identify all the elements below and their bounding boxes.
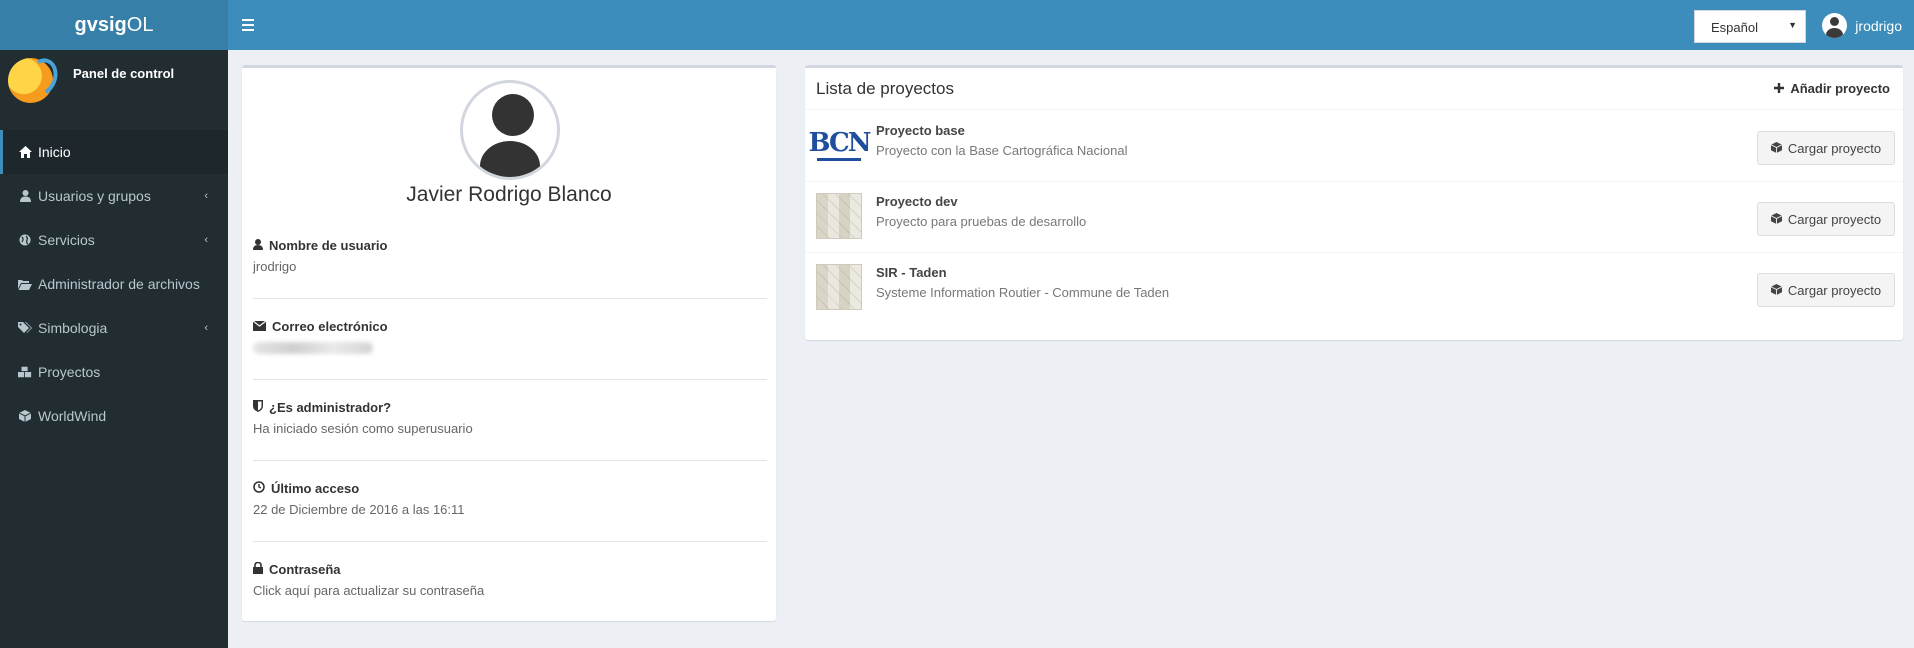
sidebar-item-label: Usuarios y grupos (38, 188, 151, 204)
sidebar-item-label: WorldWind (38, 408, 107, 424)
email-value-blurred (253, 342, 373, 354)
sidebar-item-proyectos[interactable]: Proyectos (0, 350, 228, 394)
bcn-logo-text: BCN (808, 127, 872, 158)
tags-icon (18, 321, 32, 335)
load-project-label: Cargar proyecto (1787, 140, 1882, 156)
project-row: Proyecto dev Proyecto para pruebas de de… (805, 182, 1903, 253)
bcn-logo-bar (817, 157, 861, 161)
sidebar-item-label: Simbologia (38, 320, 108, 336)
top-navbar: Español ▼ jrodrigo (228, 0, 1914, 50)
username-value: jrodrigo (253, 259, 297, 274)
divider (253, 379, 767, 380)
language-selected: Español (1711, 20, 1758, 35)
envelope-icon (252, 319, 267, 334)
app-logo[interactable]: gvsig OL (0, 0, 228, 50)
sidebar-item-label: Proyectos (38, 364, 101, 380)
map-thumbnail-icon (816, 264, 862, 310)
email-field: Correo electrónico (252, 319, 767, 354)
sidebar-item-label: Servicios (38, 232, 95, 248)
sidebar-item-worldwind[interactable]: WorldWind (0, 394, 228, 438)
cube-icon (18, 409, 32, 423)
sidebar-user-panel: Panel de control (0, 50, 228, 112)
password-update-link[interactable]: Click aquí para actualizar su contraseña (253, 583, 767, 598)
language-select[interactable]: Español ▼ (1694, 10, 1806, 43)
email-label: Correo electrónico (272, 319, 388, 334)
gvsig-logo-icon (8, 58, 53, 103)
cubes-icon (18, 365, 32, 379)
project-thumbnail: BCN (809, 122, 871, 168)
admin-field: ¿Es administrador? Ha iniciado sesión co… (253, 400, 767, 436)
map-thumbnail-icon (816, 193, 862, 239)
password-field: Contraseña Click aquí para actualizar su… (253, 561, 767, 598)
project-row: SIR - Taden Systeme Information Routier … (805, 253, 1903, 324)
project-row: BCN Proyecto base Proyecto con la Base C… (805, 111, 1903, 182)
last-access-label: Último acceso (271, 481, 360, 496)
last-access-value: 22 de Diciembre de 2016 a las 16:11 (253, 502, 465, 517)
sidebar: Panel de control Inicio Usuarios y grupo… (0, 50, 228, 648)
chevron-left-icon: ‹ (204, 190, 208, 202)
panel-title: Panel de control (73, 66, 175, 81)
plus-icon (1774, 81, 1785, 96)
sidebar-item-servicios[interactable]: Servicios ‹ (0, 218, 228, 262)
user-menu[interactable]: jrodrigo (1822, 13, 1902, 38)
chevron-left-icon: ‹ (204, 234, 208, 246)
chevron-left-icon: ‹ (204, 322, 208, 334)
caret-down-icon: ▼ (1788, 20, 1797, 30)
clock-icon (253, 481, 265, 496)
sidebar-item-usuarios[interactable]: Usuarios y grupos ‹ (0, 174, 228, 218)
sidebar-item-label: Administrador de archivos (38, 276, 200, 292)
sidebar-item-inicio[interactable]: Inicio (0, 130, 228, 174)
cube-icon (1770, 283, 1783, 298)
load-project-button[interactable]: Cargar proyecto (1757, 273, 1895, 307)
divider (253, 298, 767, 299)
shield-icon (253, 400, 263, 415)
cube-icon (1770, 212, 1783, 227)
divider (253, 460, 767, 461)
admin-label: ¿Es administrador? (269, 400, 392, 415)
project-name: Proyecto dev (876, 194, 958, 209)
add-project-label: Añadir proyecto (1790, 81, 1890, 96)
project-description: Proyecto para pruebas de desarrollo (876, 214, 1087, 229)
username-label: Nombre de usuario (269, 238, 388, 253)
load-project-button[interactable]: Cargar proyecto (1757, 131, 1895, 165)
home-icon (18, 145, 32, 159)
load-project-button[interactable]: Cargar proyecto (1757, 202, 1895, 236)
user-avatar-icon (1822, 13, 1848, 38)
project-name: SIR - Taden (876, 265, 947, 280)
projects-box: Lista de proyectos Añadir proyecto BCN P… (805, 65, 1903, 340)
user-name: jrodrigo (1855, 17, 1902, 34)
projects-header: Lista de proyectos Añadir proyecto (805, 68, 1903, 110)
username-field: Nombre de usuario jrodrigo (253, 238, 767, 274)
projects-title: Lista de proyectos (816, 79, 954, 98)
load-project-label: Cargar proyecto (1787, 211, 1882, 227)
password-label: Contraseña (269, 562, 341, 577)
globe-icon (18, 233, 32, 247)
logo-bold-text: gvsig (74, 13, 127, 36)
cube-icon (1770, 141, 1783, 156)
project-description: Systeme Information Routier - Commune de… (876, 285, 1170, 300)
lock-icon (253, 561, 263, 577)
project-description: Proyecto con la Base Cartográfica Nacion… (876, 143, 1128, 158)
load-project-label: Cargar proyecto (1787, 282, 1882, 298)
add-project-button[interactable]: Añadir proyecto (1774, 81, 1890, 96)
sidebar-item-simbologia[interactable]: Simbologia ‹ (0, 306, 228, 350)
last-access-field: Último acceso 22 de Diciembre de 2016 a … (253, 481, 767, 517)
profile-box: Javier Rodrigo Blanco Nombre de usuario … (242, 65, 776, 621)
admin-value: Ha iniciado sesión como superusuario (253, 421, 473, 436)
sidebar-item-label: Inicio (38, 144, 71, 160)
sidebar-menu: Inicio Usuarios y grupos ‹ Servicios ‹ A… (0, 130, 228, 438)
sidebar-item-archivos[interactable]: Administrador de archivos (0, 262, 228, 306)
project-name: Proyecto base (876, 123, 965, 138)
divider (253, 541, 767, 542)
profile-name: Javier Rodrigo Blanco (406, 183, 612, 206)
profile-avatar-icon (460, 80, 560, 180)
user-icon (18, 189, 32, 203)
user-icon (253, 238, 263, 253)
logo-light-text: OL (126, 13, 154, 36)
sidebar-toggle-icon[interactable] (242, 15, 256, 35)
folder-open-icon (18, 277, 32, 291)
